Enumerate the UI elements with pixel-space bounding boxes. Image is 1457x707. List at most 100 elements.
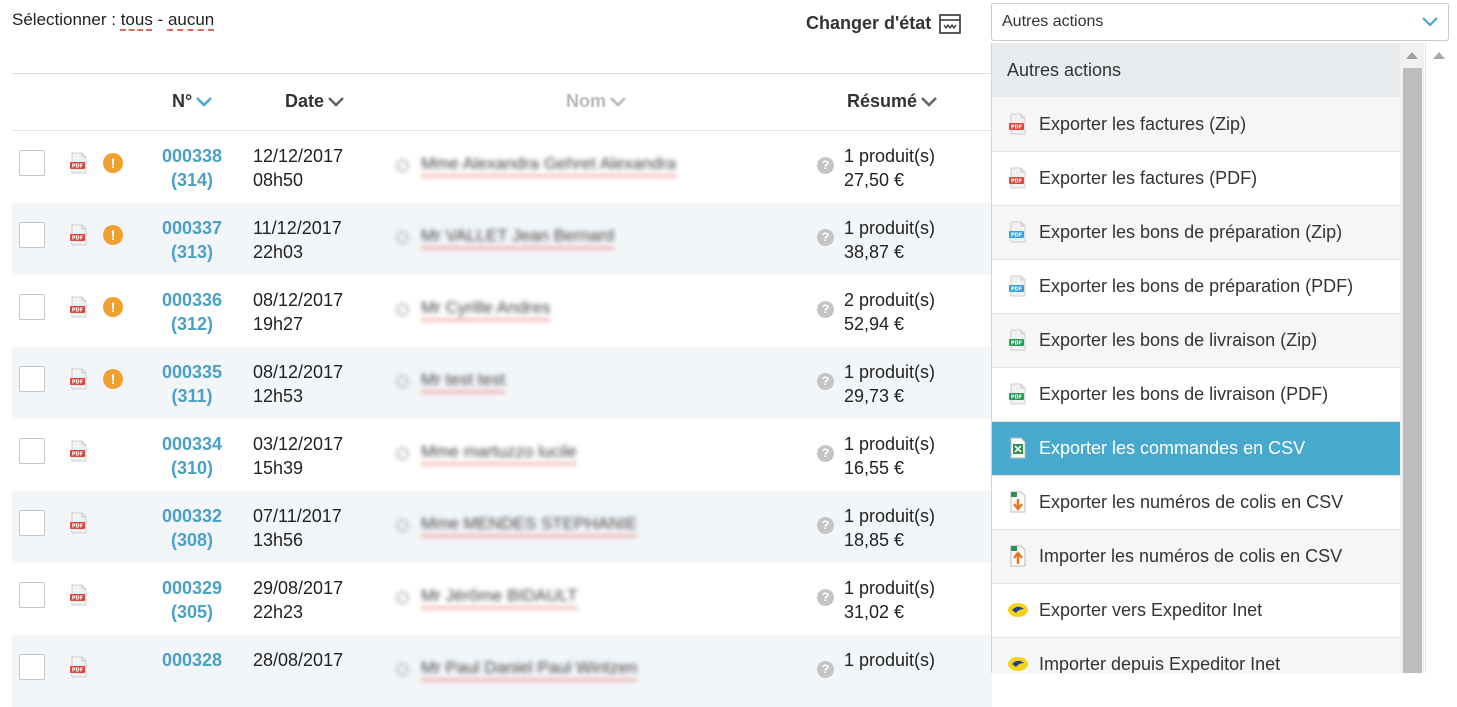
dropdown-option[interactable]: Importer les numéros de colis en CSV [992, 529, 1401, 583]
order-total: 38,87 € [844, 242, 905, 262]
dropdown-option[interactable]: PDF Exporter les bons de livraison (Zip) [992, 313, 1401, 367]
row-checkbox[interactable] [19, 510, 45, 536]
customer-name[interactable]: Mme martuzzo lucile [396, 442, 577, 465]
selector-label: Sélectionner : [12, 10, 121, 29]
column-name-label: Nom [566, 91, 606, 111]
order-subnumber: (313) [170, 242, 214, 262]
help-icon[interactable]: ? [817, 373, 834, 390]
order-number-link[interactable]: 000336 (312) [142, 288, 242, 336]
help-icon[interactable]: ? [817, 661, 834, 678]
row-checkbox[interactable] [19, 294, 45, 320]
dropdown-option-label: Exporter les bons de livraison (Zip) [1039, 329, 1318, 350]
table-row[interactable]: PDF 000328 28/08/2017 Mr Paul Daniel Paul W… [12, 635, 992, 707]
order-number-link[interactable]: 000328 [142, 648, 242, 672]
svg-text:PDF: PDF [1011, 287, 1022, 293]
order-number-link[interactable]: 000332 (308) [142, 504, 242, 552]
pdf-icon[interactable]: PDF [69, 656, 89, 683]
row-checkbox[interactable] [19, 438, 45, 464]
order-total: 29,73 € [844, 386, 905, 406]
help-icon[interactable]: ? [817, 301, 834, 318]
pdf-icon[interactable]: PDF [69, 584, 89, 611]
customer-name[interactable]: Mr VALLET Jean Bernard [396, 226, 615, 249]
dropdown-divider [992, 421, 1401, 422]
customer-name[interactable]: Mr Jérôme BIDAULT [396, 586, 578, 609]
chevron-down-icon [1422, 17, 1438, 27]
order-total: 18,85 € [844, 530, 905, 550]
select-none-link[interactable]: aucun [168, 10, 214, 29]
pdf-icon[interactable]: PDF [69, 224, 89, 251]
order-number-link[interactable]: 000335 (311) [142, 360, 242, 408]
page-scrollbar[interactable] [1425, 43, 1454, 673]
page-scroll-up-arrow-icon[interactable] [1433, 52, 1445, 59]
svg-text:PDF: PDF [72, 380, 83, 386]
dropdown-option[interactable]: Exporter vers Expeditor Inet [992, 583, 1401, 637]
table-row[interactable]: PDF 000329 (305) 29/08/2017 22h23 Mr Jérôme B… [12, 563, 992, 635]
dropdown-option[interactable]: Importer depuis Expeditor Inet [992, 637, 1401, 673]
product-count: 1 produit(s) [844, 434, 936, 454]
pdf-icon[interactable]: PDF [69, 440, 89, 467]
order-date: 11/12/2017 22h03 [253, 216, 342, 264]
column-name-header[interactable]: Nom [566, 91, 626, 112]
pdf-icon[interactable]: PDF [69, 296, 89, 323]
customer-name[interactable]: Mme MENDES STEPHANIE [396, 514, 638, 537]
order-number: 000337 [161, 218, 223, 238]
customer-name[interactable]: Mr Cyrille Andres [396, 298, 551, 321]
order-subnumber: (312) [170, 314, 214, 334]
table-row[interactable]: PDF! 000337 (313) 11/12/2017 22h03 Mr VALLET … [12, 203, 992, 275]
help-icon[interactable]: ? [817, 589, 834, 606]
other-actions-select[interactable]: Autres actions [991, 3, 1449, 41]
order-date-time: 22h23 [253, 602, 304, 622]
table-row[interactable]: PDF 000334 (310) 03/12/2017 15h39 Mme martuzz… [12, 419, 992, 491]
change-state-button[interactable]: Changer d'état [806, 13, 962, 34]
row-checkbox[interactable] [19, 654, 45, 680]
pdf-icon[interactable]: PDF [69, 368, 89, 395]
row-checkbox[interactable] [19, 222, 45, 248]
dropdown-option[interactable]: PDF Exporter les bons de préparation (PDF… [992, 259, 1401, 313]
table-row[interactable]: PDF! 000338 (314) 12/12/2017 08h50 Mme Alexan… [12, 131, 992, 203]
customer-name[interactable]: Mme Alexandra Gehret Alexandra [396, 154, 677, 177]
order-number: 000332 [161, 506, 223, 526]
scroll-up-arrow-icon[interactable] [1406, 52, 1418, 59]
dropdown-option[interactable]: PDF Exporter les factures (Zip) [992, 97, 1401, 151]
dropdown-divider [992, 205, 1401, 206]
help-icon[interactable]: ? [817, 517, 834, 534]
row-checkbox[interactable] [19, 366, 45, 392]
order-number-link[interactable]: 000329 (305) [142, 576, 242, 624]
order-summary: 1 produit(s) 31,02 € [844, 576, 935, 624]
status-dot-icon [396, 159, 409, 172]
help-icon[interactable]: ? [817, 229, 834, 246]
product-count: 1 produit(s) [844, 578, 936, 598]
table-row[interactable]: PDF 000332 (308) 07/11/2017 13h56 Mme MENDES … [12, 491, 992, 563]
row-checkbox[interactable] [19, 582, 45, 608]
customer-name[interactable]: Mr test test [396, 370, 506, 393]
order-date-day: 08/12/2017 [253, 290, 344, 310]
dropdown-header: Autres actions [992, 43, 1401, 97]
status-dot-icon [396, 591, 409, 604]
dropdown-option[interactable]: PDF Exporter les factures (PDF) [992, 151, 1401, 205]
row-checkbox[interactable] [19, 150, 45, 176]
svg-text:PDF: PDF [72, 452, 83, 458]
order-number-link[interactable]: 000334 (310) [142, 432, 242, 480]
order-number-link[interactable]: 000337 (313) [142, 216, 242, 264]
dropdown-option[interactable]: PDF Exporter les bons de préparation (Zip… [992, 205, 1401, 259]
customer-name-text: Mr VALLET Jean Bernard [421, 226, 615, 249]
customer-name[interactable]: Mr Paul Daniel Paul Wintzen [396, 658, 638, 681]
help-icon[interactable]: ? [817, 445, 834, 462]
help-icon[interactable]: ? [817, 157, 834, 174]
column-summary-header[interactable]: Résumé [847, 91, 937, 112]
pdf-icon[interactable]: PDF [69, 152, 89, 179]
column-date-header[interactable]: Date [285, 91, 344, 112]
table-row[interactable]: PDF! 000335 (311) 08/12/2017 12h53 Mr test te… [12, 347, 992, 419]
column-num-label: N° [172, 91, 193, 111]
dropdown-option[interactable]: Exporter les numéros de colis en CSV [992, 475, 1401, 529]
order-number-link[interactable]: 000338 (314) [142, 144, 242, 192]
table-row[interactable]: PDF! 000336 (312) 08/12/2017 19h27 Mr Cyrille… [12, 275, 992, 347]
select-all-link[interactable]: tous [121, 10, 153, 29]
dropdown-option[interactable]: PDF Exporter les bons de livraison (PDF) [992, 367, 1401, 421]
pdf-icon[interactable]: PDF [69, 512, 89, 539]
dropdown-scroll-thumb[interactable] [1403, 68, 1422, 673]
column-num-header[interactable]: N° [172, 91, 213, 112]
product-count: 1 produit(s) [844, 218, 936, 238]
order-number: 000334 [161, 434, 223, 454]
dropdown-option[interactable]: Exporter les commandes en CSV [992, 421, 1401, 475]
